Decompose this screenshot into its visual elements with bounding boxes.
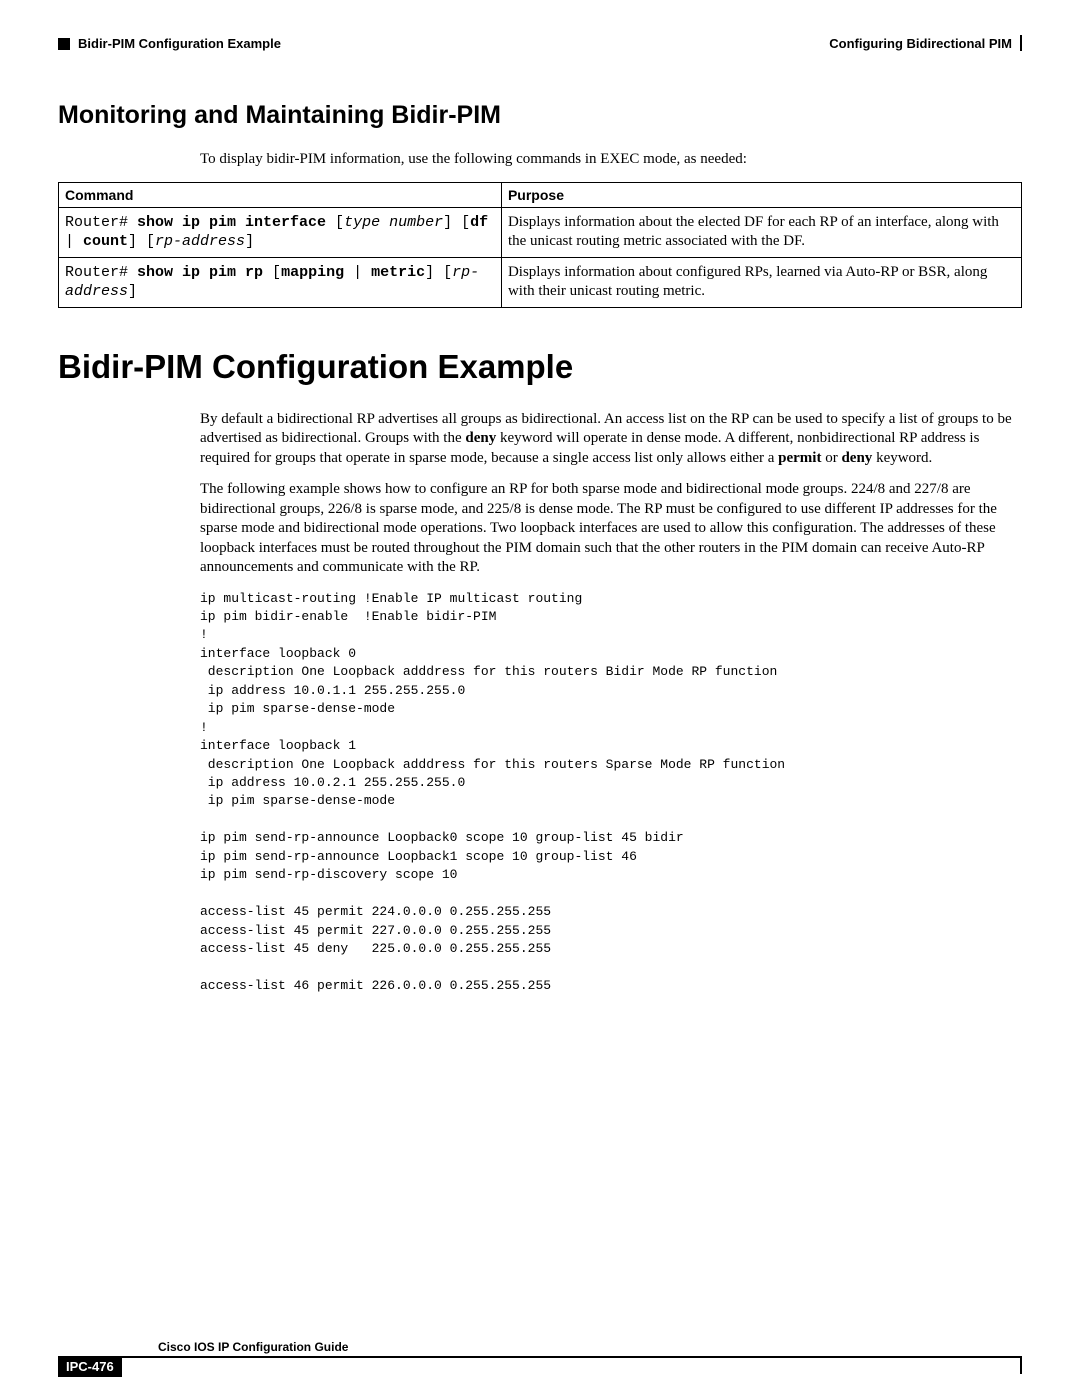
table-row: Router# show ip pim interface [type numb… xyxy=(59,207,1022,257)
config-code-block: ip multicast-routing !Enable IP multicas… xyxy=(200,590,1022,996)
header-rule-icon xyxy=(1020,35,1022,51)
command-table: Command Purpose Router# show ip pim inte… xyxy=(58,182,1022,308)
footer-bar: IPC-476 xyxy=(58,1356,1022,1377)
page-footer: Cisco IOS IP Configuration Guide IPC-476 xyxy=(58,1340,1022,1377)
th-purpose: Purpose xyxy=(501,182,1021,207)
header-doc-title: Configuring Bidirectional PIM xyxy=(829,36,1012,51)
page-header: Bidir-PIM Configuration Example Configur… xyxy=(58,35,1022,51)
section1-body: To display bidir-PIM information, use th… xyxy=(200,150,1022,170)
section2-body: By default a bidirectional RP advertises… xyxy=(200,410,1022,996)
cell-purpose-1: Displays information about the elected D… xyxy=(501,207,1021,257)
page-number-badge: IPC-476 xyxy=(58,1356,122,1377)
page: Bidir-PIM Configuration Example Configur… xyxy=(0,0,1080,1397)
cell-cmd-2: Router# show ip pim rp [mapping | metric… xyxy=(59,257,502,307)
header-square-icon xyxy=(58,38,70,50)
header-right: Configuring Bidirectional PIM xyxy=(829,35,1022,51)
section1-intro: To display bidir-PIM information, use th… xyxy=(200,150,1022,170)
section-heading-monitoring: Monitoring and Maintaining Bidir-PIM xyxy=(58,101,1022,130)
header-left: Bidir-PIM Configuration Example xyxy=(58,36,281,51)
table-row: Router# show ip pim rp [mapping | metric… xyxy=(59,257,1022,307)
footer-rule-icon xyxy=(1020,1358,1022,1374)
th-command: Command xyxy=(59,182,502,207)
chapter-heading-example: Bidir-PIM Configuration Example xyxy=(58,348,1022,386)
footer-doc-title: Cisco IOS IP Configuration Guide xyxy=(158,1340,1022,1354)
header-section-label: Bidir-PIM Configuration Example xyxy=(78,36,281,51)
section2-p1: By default a bidirectional RP advertises… xyxy=(200,410,1022,469)
cell-purpose-2: Displays information about configured RP… xyxy=(501,257,1021,307)
table-header-row: Command Purpose xyxy=(59,182,1022,207)
cell-cmd-1: Router# show ip pim interface [type numb… xyxy=(59,207,502,257)
section2-p2: The following example shows how to confi… xyxy=(200,480,1022,578)
